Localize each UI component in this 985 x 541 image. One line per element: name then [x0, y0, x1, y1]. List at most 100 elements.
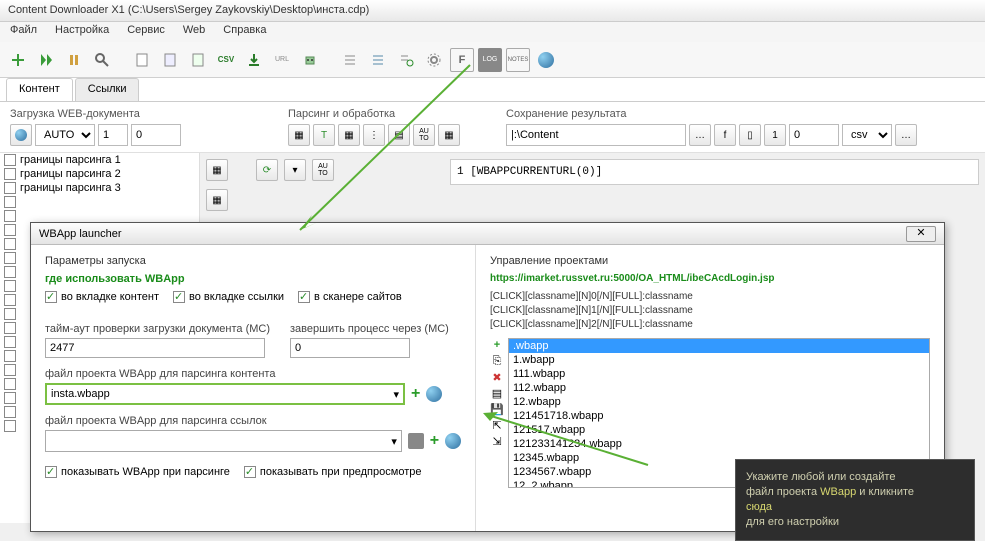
- menu-file[interactable]: Файл: [10, 24, 37, 40]
- boundary-item[interactable]: границы парсинга 1: [0, 153, 199, 167]
- tab-links[interactable]: Ссылки: [75, 78, 140, 101]
- checkbox-icon[interactable]: [4, 266, 16, 278]
- boundary-item[interactable]: границы парсинга 3: [0, 181, 199, 195]
- import-file-button[interactable]: ⇲: [490, 434, 504, 448]
- checkbox-icon[interactable]: [4, 378, 16, 390]
- checkbox-icon[interactable]: [4, 280, 16, 292]
- parse-btn3[interactable]: ▦: [338, 124, 360, 146]
- checkbox-icon[interactable]: [4, 210, 16, 222]
- list2-icon[interactable]: [366, 48, 390, 72]
- csv-icon[interactable]: CSV: [214, 48, 238, 72]
- gear-icon[interactable]: [422, 48, 446, 72]
- list-item[interactable]: 112.wbapp: [509, 381, 929, 395]
- grid2-button[interactable]: ▦: [206, 189, 228, 211]
- list-item[interactable]: 12.wbapp: [509, 395, 929, 409]
- dropdown-button[interactable]: ▾: [284, 159, 306, 181]
- menu-help[interactable]: Справка: [223, 24, 266, 40]
- grid-button[interactable]: ▦: [206, 159, 228, 181]
- list-item[interactable]: 121233141234.wbapp: [509, 437, 929, 451]
- save-file-button[interactable]: 💾: [490, 402, 504, 416]
- proj-links-select[interactable]: ▾: [45, 430, 402, 452]
- f-icon[interactable]: F: [450, 48, 474, 72]
- chk-links-tab[interactable]: во вкладке ссылки: [173, 291, 284, 303]
- robot-icon[interactable]: [298, 48, 322, 72]
- pages-input[interactable]: [789, 124, 839, 146]
- count-input[interactable]: [98, 124, 128, 146]
- browse-button[interactable]: …: [689, 124, 711, 146]
- auto-button[interactable]: AUTO: [312, 159, 334, 181]
- doc2-icon[interactable]: [158, 48, 182, 72]
- refresh-button[interactable]: ⟳: [256, 159, 278, 181]
- globe-button[interactable]: [10, 124, 32, 146]
- checkbox-icon[interactable]: [45, 466, 57, 478]
- checkbox-icon[interactable]: [173, 291, 185, 303]
- globe-toolbar-icon[interactable]: [534, 48, 558, 72]
- checkbox-icon[interactable]: [244, 466, 256, 478]
- checkbox-icon[interactable]: [4, 238, 16, 250]
- parse-btn6[interactable]: AUTO: [413, 124, 435, 146]
- tmpl-button[interactable]: ▯: [739, 124, 761, 146]
- calc-proj-links-icon[interactable]: [408, 433, 424, 449]
- copy-file-button[interactable]: ⎘: [490, 354, 504, 368]
- play-icon[interactable]: [34, 48, 58, 72]
- list-file-button[interactable]: ▤: [490, 386, 504, 400]
- checkbox-icon[interactable]: [4, 406, 16, 418]
- menu-settings[interactable]: Настройка: [55, 24, 109, 40]
- checkbox-icon[interactable]: [4, 252, 16, 264]
- finish-input[interactable]: [290, 338, 410, 358]
- add-proj-links-button[interactable]: +: [430, 432, 439, 450]
- pause-icon[interactable]: [62, 48, 86, 72]
- parse-btn4[interactable]: ⋮: [363, 124, 385, 146]
- add-icon[interactable]: [6, 48, 30, 72]
- add-proj-content-button[interactable]: +: [411, 385, 420, 403]
- format-select[interactable]: csv: [842, 124, 892, 146]
- url-icon[interactable]: URL: [270, 48, 294, 72]
- globe-proj-links-icon[interactable]: [445, 433, 461, 449]
- doc1-icon[interactable]: [130, 48, 154, 72]
- notes-icon[interactable]: NOTES: [506, 48, 530, 72]
- list-item[interactable]: 121451718.wbapp: [509, 409, 929, 423]
- dots-button[interactable]: …: [895, 124, 917, 146]
- delete-file-button[interactable]: ✖: [490, 370, 504, 384]
- chk-scanner[interactable]: в сканере сайтов: [298, 291, 402, 303]
- auto-select[interactable]: AUTO: [35, 124, 95, 146]
- list-item[interactable]: 111.wbapp: [509, 367, 929, 381]
- parse-btn5[interactable]: ▤: [388, 124, 410, 146]
- refresh-list-icon[interactable]: [394, 48, 418, 72]
- one-button[interactable]: 1: [764, 124, 786, 146]
- checkbox-icon[interactable]: [298, 291, 310, 303]
- menu-service[interactable]: Сервис: [127, 24, 165, 40]
- timeout-input[interactable]: [45, 338, 265, 358]
- close-button[interactable]: ✕: [906, 226, 936, 242]
- checkbox-icon[interactable]: [4, 168, 16, 180]
- globe-proj-content-icon[interactable]: [426, 386, 442, 402]
- checkbox-icon[interactable]: [4, 196, 16, 208]
- download-icon[interactable]: [242, 48, 266, 72]
- log-icon[interactable]: LOG: [478, 48, 502, 72]
- add-file-button[interactable]: +: [490, 338, 504, 352]
- checkbox-icon[interactable]: [4, 182, 16, 194]
- checkbox-icon[interactable]: [4, 364, 16, 376]
- checkbox-icon[interactable]: [4, 420, 16, 432]
- menu-web[interactable]: Web: [183, 24, 205, 40]
- boundary-item[interactable]: [0, 195, 199, 209]
- search-icon[interactable]: [90, 48, 114, 72]
- proj-content-select[interactable]: insta.wbapp▾: [45, 383, 405, 405]
- checkbox-icon[interactable]: [4, 154, 16, 166]
- list1-icon[interactable]: [338, 48, 362, 72]
- checkbox-icon[interactable]: [4, 350, 16, 362]
- chk-show-preview[interactable]: показывать при предпросмотре: [244, 466, 422, 478]
- parse-btn7[interactable]: ▦: [438, 124, 460, 146]
- list-item[interactable]: 121517.wbapp: [509, 423, 929, 437]
- parse-btn1[interactable]: ▦: [288, 124, 310, 146]
- list-item[interactable]: .wbapp: [509, 339, 929, 353]
- export-file-button[interactable]: ⇱: [490, 418, 504, 432]
- boundary-item[interactable]: [0, 209, 199, 223]
- zero-input[interactable]: [131, 124, 181, 146]
- checkbox-icon[interactable]: [4, 308, 16, 320]
- checkbox-icon[interactable]: [45, 291, 57, 303]
- doc3-icon[interactable]: [186, 48, 210, 72]
- list-item[interactable]: 1.wbapp: [509, 353, 929, 367]
- f-button[interactable]: f: [714, 124, 736, 146]
- checkbox-icon[interactable]: [4, 294, 16, 306]
